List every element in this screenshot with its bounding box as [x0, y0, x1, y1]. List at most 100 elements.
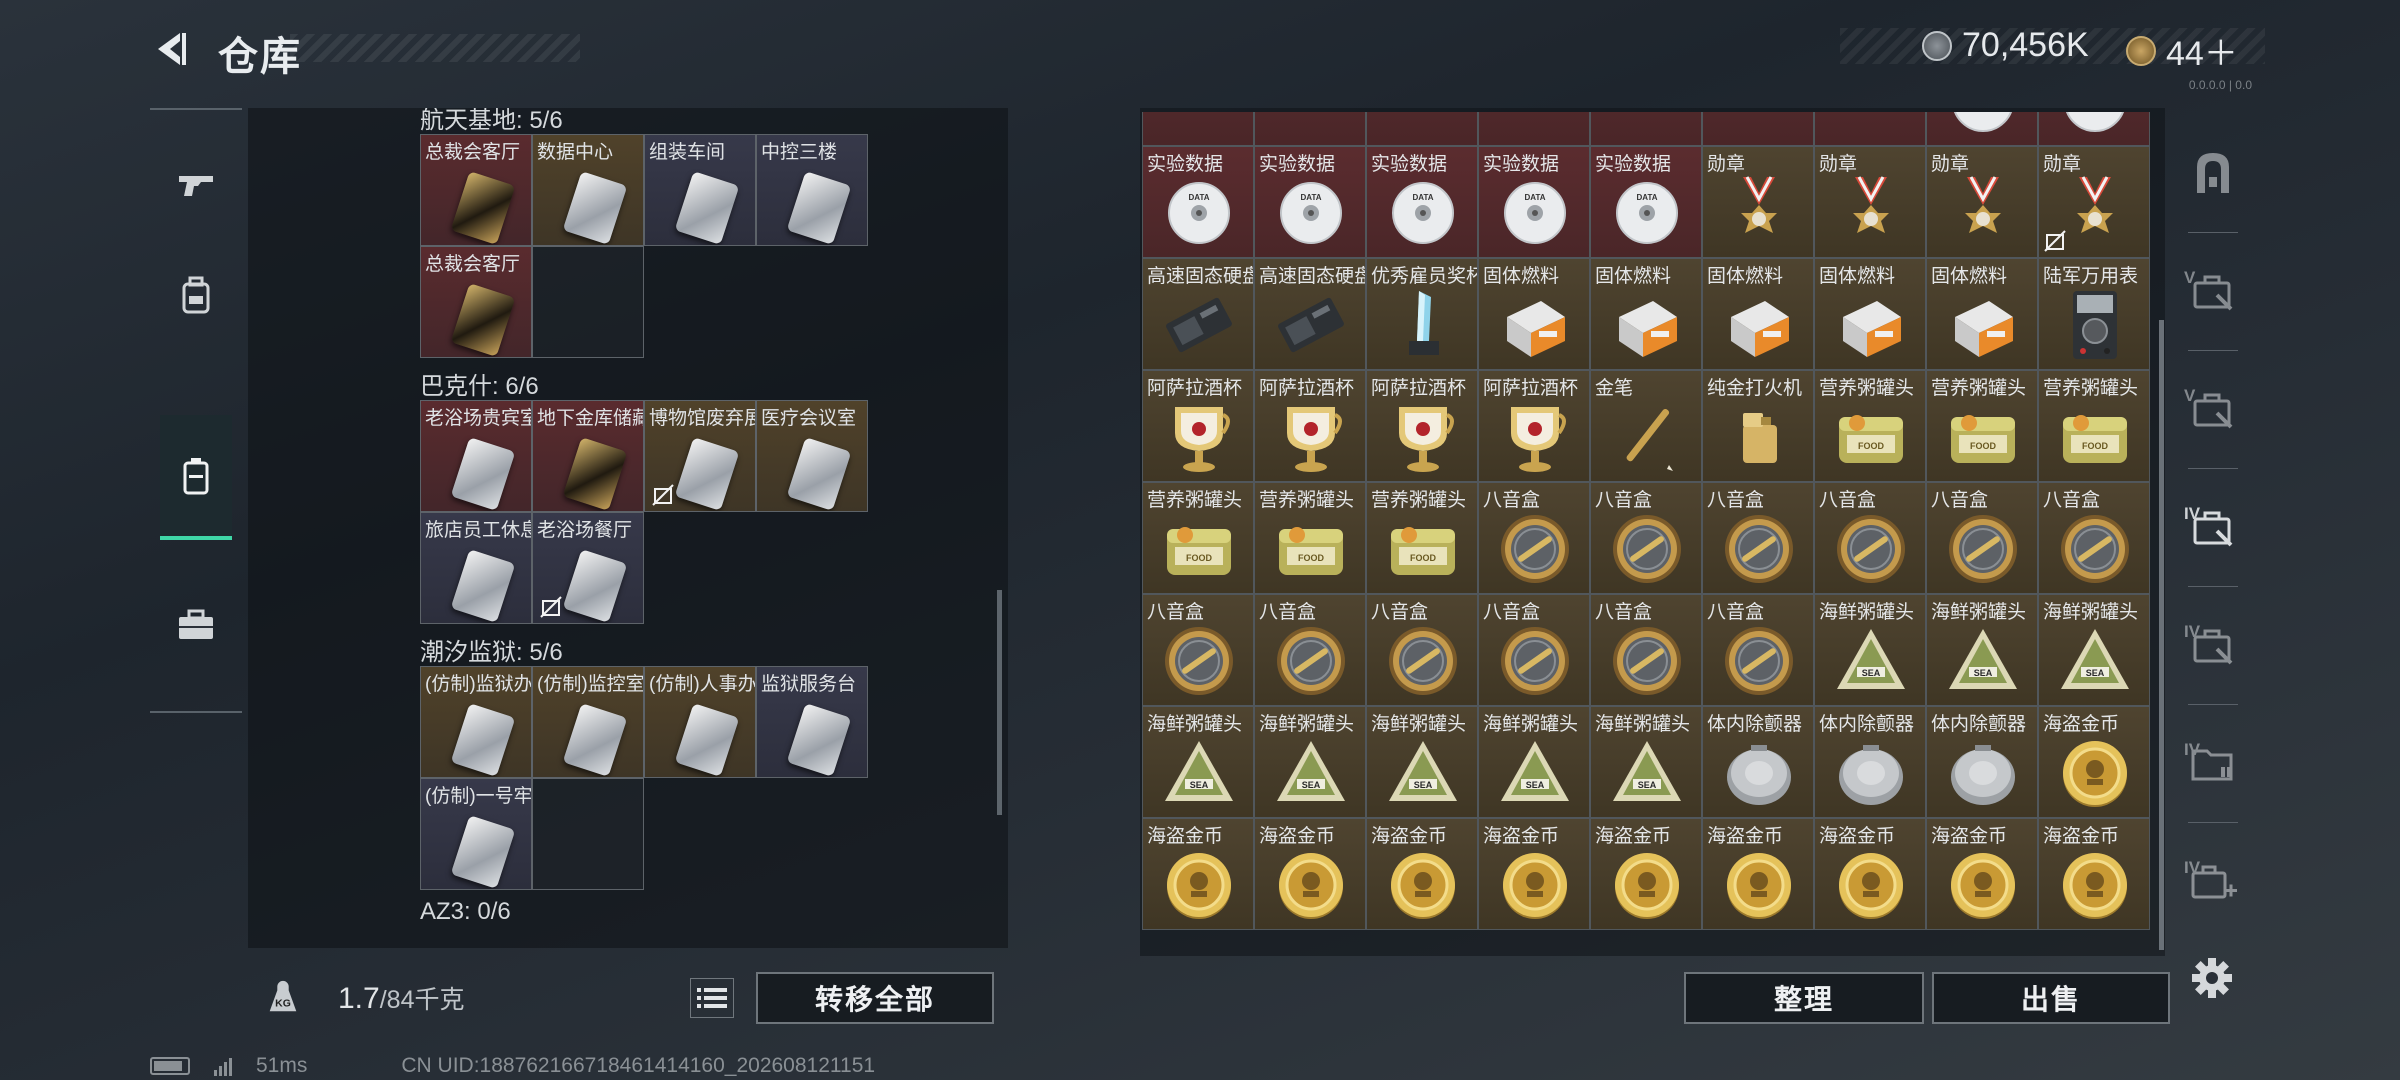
left-scrollbar[interactable] — [997, 590, 1002, 815]
storage-tab-case-5[interactable]: V — [2180, 246, 2246, 336]
vault-item-slot[interactable]: 八音盒 — [1702, 482, 1814, 594]
vault-item-slot[interactable]: 八音盒 — [1142, 594, 1254, 706]
ticket-balance[interactable]: 44＋ — [2126, 26, 2238, 75]
vault-item-slot[interactable]: SEA 海鲜粥罐头 — [1926, 594, 2038, 706]
storage-tab-case-4[interactable]: V — [2180, 364, 2246, 454]
vault-item-slot[interactable]: 勋章 — [1702, 146, 1814, 258]
vault-item-slot[interactable]: 海盗金币 — [1254, 818, 1366, 930]
vault-item-slot[interactable]: 海盗金币 — [2038, 706, 2150, 818]
back-arrow-icon[interactable] — [150, 28, 192, 70]
vault-item-slot[interactable] — [1366, 112, 1478, 146]
vault-item-slot[interactable]: 海盗金币 — [1142, 818, 1254, 930]
vault-item-slot[interactable]: 海盗金币 — [1366, 818, 1478, 930]
vault-item-slot[interactable]: 阿萨拉酒杯 — [1254, 370, 1366, 482]
move-all-button[interactable]: 转移全部 — [756, 972, 994, 1024]
nav-keys[interactable] — [160, 415, 232, 540]
keycard-slot[interactable]: 中控三楼 — [756, 134, 868, 246]
storage-tab-case-2[interactable]: IV — [2180, 600, 2246, 690]
vault-item-slot[interactable]: 海盗金币 — [1478, 818, 1590, 930]
coin-balance[interactable]: 70,456K — [1922, 26, 2089, 65]
sell-button[interactable]: 出售 — [1932, 972, 2170, 1024]
vault-item-slot[interactable]: SEA 海鲜粥罐头 — [1366, 706, 1478, 818]
vault-item-slot[interactable]: FOOD 营养粥罐头 — [1142, 482, 1254, 594]
vault-item-slot[interactable]: 勋章 — [1814, 146, 1926, 258]
keycard-slot[interactable]: 组装车间 — [644, 134, 756, 246]
vault-item-slot[interactable]: 阿萨拉酒杯 — [1478, 370, 1590, 482]
list-view-button[interactable] — [690, 978, 734, 1018]
vault-item-slot[interactable]: 八音盒 — [1814, 482, 1926, 594]
vault-item-slot[interactable]: 纯金打火机 — [1702, 370, 1814, 482]
vault-item-slot[interactable]: 八音盒 — [2038, 482, 2150, 594]
keycard-slot[interactable]: 地下金库储藏间 — [532, 400, 644, 512]
keycard-slot[interactable]: 总裁会客厅 — [420, 246, 532, 358]
vault-item-slot[interactable]: 八音盒 — [1926, 482, 2038, 594]
vault-item-slot[interactable]: 金笔 — [1590, 370, 1702, 482]
vault-item-slot[interactable]: 八音盒 — [1478, 482, 1590, 594]
vault-item-slot[interactable]: 固体燃料 — [1702, 258, 1814, 370]
vault-item-slot[interactable]: FOOD 营养粥罐头 — [2038, 370, 2150, 482]
vault-item-slot[interactable] — [1478, 112, 1590, 146]
vault-item-slot[interactable]: 固体燃料 — [1814, 258, 1926, 370]
vault-item-slot[interactable]: FOOD 营养粥罐头 — [1366, 482, 1478, 594]
right-scrollbar[interactable] — [2159, 320, 2164, 950]
vault-item-slot[interactable]: SEA 海鲜粥罐头 — [1590, 706, 1702, 818]
empty-keycard-slot[interactable] — [532, 246, 644, 358]
keycard-slot[interactable]: (仿制)一号牢房 — [420, 778, 532, 890]
keycard-slot[interactable]: 总裁会客厅 — [420, 134, 532, 246]
keycard-slot[interactable]: (仿制)人事办公室 — [644, 666, 756, 778]
vault-item-slot[interactable]: DATA — [1926, 112, 2038, 146]
vault-item-slot[interactable]: 体内除颤器 — [1814, 706, 1926, 818]
vault-item-slot[interactable]: 固体燃料 — [1590, 258, 1702, 370]
keycard-slot[interactable]: 监狱服务台 — [756, 666, 868, 778]
vault-item-slot[interactable]: DATA — [2038, 112, 2150, 146]
vault-item-slot[interactable]: 八音盒 — [1590, 482, 1702, 594]
vault-item-slot[interactable]: DATA 实验数据 — [1590, 146, 1702, 258]
storage-tab-vault[interactable] — [2180, 128, 2246, 218]
settings-gear-icon[interactable] — [2186, 952, 2238, 1004]
vault-item-slot[interactable]: 阿萨拉酒杯 — [1366, 370, 1478, 482]
vault-item-slot[interactable] — [1142, 112, 1254, 146]
keycard-slot[interactable]: 旅店员工休息室 — [420, 512, 532, 624]
vault-item-grid[interactable]: DATA DATA DATA 实验数据 DATA 实验数据 DATA 实验数据 DATA 实验数据… — [1142, 112, 2157, 952]
vault-item-slot[interactable]: FOOD 营养粥罐头 — [1814, 370, 1926, 482]
nav-gear[interactable] — [160, 250, 232, 340]
keycard-slot[interactable]: 数据中心 — [532, 134, 644, 246]
vault-item-slot[interactable]: 海盗金币 — [1814, 818, 1926, 930]
vault-item-slot[interactable]: FOOD 营养粥罐头 — [1926, 370, 2038, 482]
keycard-slot[interactable]: 医疗会议室 — [756, 400, 868, 512]
keycard-slot[interactable]: (仿制)监狱办公室 — [420, 666, 532, 778]
vault-item-slot[interactable]: 八音盒 — [1702, 594, 1814, 706]
keycard-slot[interactable]: 博物馆废弃展厅 — [644, 400, 756, 512]
vault-item-slot[interactable] — [1814, 112, 1926, 146]
vault-item-slot[interactable]: DATA 实验数据 — [1254, 146, 1366, 258]
vault-item-slot[interactable]: 固体燃料 — [1478, 258, 1590, 370]
keycard-slot[interactable]: 老浴场餐厅 — [532, 512, 644, 624]
vault-item-slot[interactable]: DATA 实验数据 — [1142, 146, 1254, 258]
keycard-slot[interactable]: 老浴场贵宾室 — [420, 400, 532, 512]
vault-item-slot[interactable]: 固体燃料 — [1926, 258, 2038, 370]
keycard-slot[interactable]: (仿制)监控室 — [532, 666, 644, 778]
vault-item-slot[interactable]: 优秀雇员奖杯 — [1366, 258, 1478, 370]
vault-item-slot[interactable]: DATA 实验数据 — [1478, 146, 1590, 258]
vault-item-slot[interactable]: 陆军万用表 — [2038, 258, 2150, 370]
vault-item-slot[interactable]: 八音盒 — [1254, 594, 1366, 706]
storage-tab-folder-1[interactable]: IV — [2180, 718, 2246, 808]
vault-item-slot[interactable]: 高速固态硬盘 — [1254, 258, 1366, 370]
vault-item-slot[interactable]: FOOD 营养粥罐头 — [1254, 482, 1366, 594]
vault-item-slot[interactable]: 海盗金币 — [1926, 818, 2038, 930]
vault-item-slot[interactable]: 海盗金币 — [1702, 818, 1814, 930]
vault-item-slot[interactable]: SEA 海鲜粥罐头 — [1478, 706, 1590, 818]
key-collection-list[interactable]: 航天基地: 5/6 总裁会客厅 数据中心 组装车间 中控三楼 总裁会客厅 巴克什: 6/6 老… — [248, 108, 1008, 948]
vault-item-slot[interactable]: SEA 海鲜粥罐头 — [1814, 594, 1926, 706]
empty-keycard-slot[interactable] — [532, 778, 644, 890]
vault-item-slot[interactable]: 体内除颤器 — [1702, 706, 1814, 818]
vault-item-slot[interactable] — [1702, 112, 1814, 146]
vault-item-slot[interactable]: 八音盒 — [1478, 594, 1590, 706]
vault-item-slot[interactable]: SEA 海鲜粥罐头 — [1254, 706, 1366, 818]
vault-item-slot[interactable]: 勋章 — [1926, 146, 2038, 258]
vault-item-slot[interactable]: 八音盒 — [1590, 594, 1702, 706]
vault-item-slot[interactable]: 勋章 — [2038, 146, 2150, 258]
vault-item-slot[interactable]: 体内除颤器 — [1926, 706, 2038, 818]
sort-button[interactable]: 整理 — [1684, 972, 1924, 1024]
vault-item-slot[interactable]: 海盗金币 — [1590, 818, 1702, 930]
